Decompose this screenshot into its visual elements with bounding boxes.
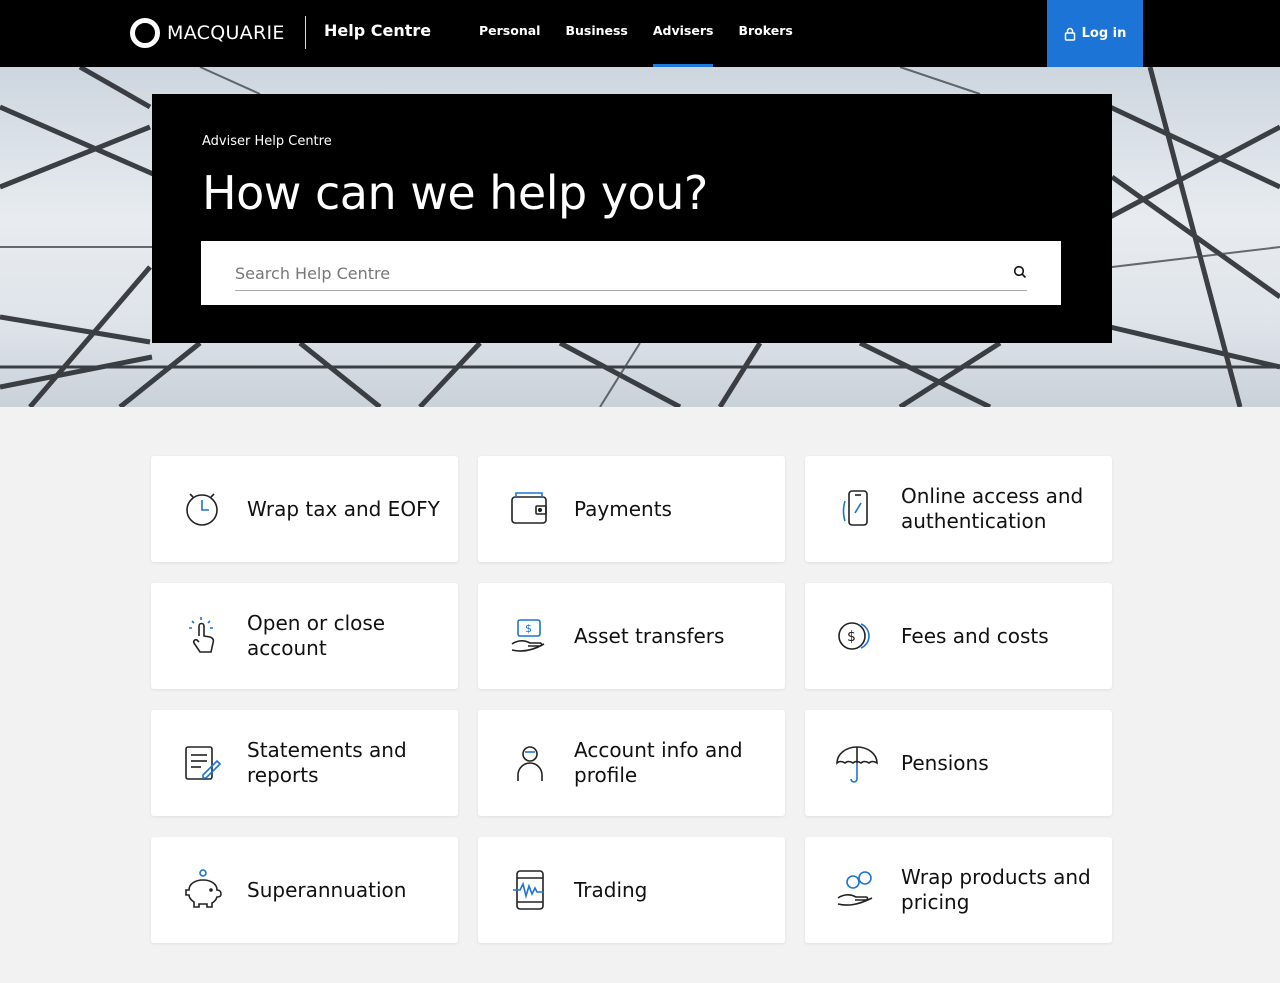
umbrella-icon — [836, 746, 878, 783]
topic-card-account-info[interactable]: Account info and profile — [478, 710, 785, 816]
search-icon[interactable] — [1013, 265, 1027, 279]
macquarie-logo[interactable]: MACQUARIE — [130, 17, 285, 49]
nav-advisers[interactable]: Advisers — [652, 0, 713, 67]
topic-label: Asset transfers — [574, 623, 725, 648]
topic-card-fees-costs[interactable]: $ Fees and costs — [805, 583, 1112, 689]
page-title: How can we help you? — [202, 166, 708, 220]
topic-label: Statements and reports — [247, 738, 407, 787]
person-icon — [517, 746, 543, 781]
topic-label: Payments — [574, 496, 672, 521]
svg-text:$: $ — [525, 622, 532, 635]
nav-personal[interactable]: Personal — [479, 0, 540, 67]
brand-divider — [305, 16, 306, 49]
nav-business[interactable]: Business — [565, 0, 627, 67]
topic-label: Wrap products and pricing — [901, 865, 1091, 914]
topic-label: Pensions — [901, 750, 989, 775]
mobile-phone-icon — [842, 490, 868, 526]
hand-coins-icon — [837, 871, 873, 906]
login-button[interactable]: Log in — [1047, 0, 1143, 67]
topic-card-wrap-products[interactable]: Wrap products and pricing — [805, 837, 1112, 943]
topic-card-payments[interactable]: Payments — [478, 456, 785, 562]
topic-label: Wrap tax and EOFY — [247, 496, 440, 521]
topic-label: Fees and costs — [901, 623, 1049, 648]
logo-ring-icon — [130, 18, 160, 48]
login-label: Log in — [1081, 26, 1127, 41]
top-navigation-bar: MACQUARIE Help Centre Personal Business … — [0, 0, 1280, 67]
topic-label: Account info and profile — [574, 738, 743, 787]
topic-card-superannuation[interactable]: Superannuation — [151, 837, 458, 943]
search-box — [201, 241, 1061, 305]
lock-icon — [1064, 27, 1075, 41]
brand-name: MACQUARIE — [167, 22, 285, 44]
coins-icon: $ — [838, 622, 870, 650]
document-pen-icon — [185, 746, 222, 780]
search-input[interactable] — [235, 257, 1027, 291]
topic-label: Superannuation — [247, 877, 407, 902]
hand-dollar-icon: $ — [511, 619, 545, 652]
topic-label: Open or close account — [247, 611, 386, 660]
topic-label: Trading — [574, 877, 648, 902]
topic-card-online-access[interactable]: Online access and authentication — [805, 456, 1112, 562]
hero-kicker: Adviser Help Centre — [202, 134, 332, 149]
topic-card-open-close-account[interactable]: Open or close account — [151, 583, 458, 689]
topic-card-wrap-tax-eofy[interactable]: Wrap tax and EOFY — [151, 456, 458, 562]
help-centre-link[interactable]: Help Centre — [324, 21, 431, 40]
stock-chart-icon — [513, 870, 544, 910]
svg-text:$: $ — [847, 629, 856, 645]
nav-brokers[interactable]: Brokers — [738, 0, 792, 67]
topic-card-asset-transfers[interactable]: $ Asset transfers — [478, 583, 785, 689]
clock-calendar-icon — [186, 493, 218, 526]
topic-label: Online access and authentication — [901, 484, 1084, 533]
topic-card-statements-reports[interactable]: Statements and reports — [151, 710, 458, 816]
topic-card-pensions[interactable]: Pensions — [805, 710, 1112, 816]
topic-card-trading[interactable]: Trading — [478, 837, 785, 943]
wallet-icon — [511, 492, 547, 524]
main-nav: Personal Business Advisers Brokers — [479, 0, 818, 67]
piggy-bank-icon — [185, 869, 222, 908]
hand-pointer-icon — [189, 617, 215, 653]
hero-search-panel: Adviser Help Centre How can we help you? — [152, 94, 1112, 343]
hero-banner: Adviser Help Centre How can we help you? — [0, 67, 1280, 407]
